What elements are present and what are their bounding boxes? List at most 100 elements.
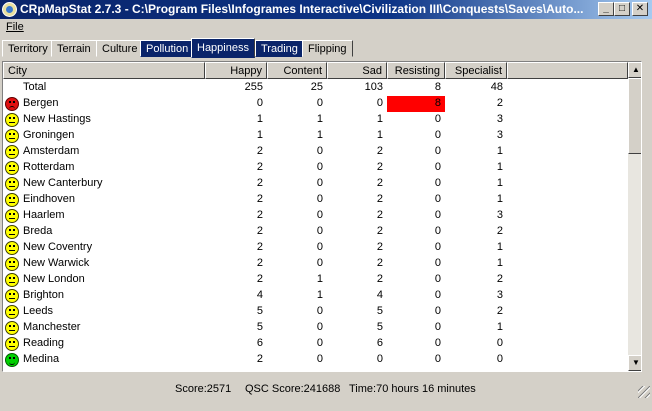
content-value: 1 — [316, 113, 323, 125]
sad-value: 2 — [376, 225, 383, 237]
table-row-total[interactable]: Total 255 25 103 8 48 — [3, 80, 628, 96]
status-bar: Score:2571 QSC Score:241688 Time:70 hour… — [0, 378, 652, 400]
tab-trading[interactable]: Trading — [255, 40, 304, 57]
tab-pollution[interactable]: Pollution — [140, 40, 195, 57]
sad-value: 2 — [376, 161, 383, 173]
specialist-value: 2 — [496, 225, 503, 237]
total-label: Total — [23, 81, 47, 93]
app-globe-icon[interactable] — [2, 2, 17, 17]
vertical-scrollbar[interactable]: ▲ ▼ — [628, 62, 641, 371]
column-header-sad[interactable]: Sad — [327, 62, 387, 79]
maximize-button[interactable]: □ — [614, 2, 630, 16]
city-table-frame: City Happy Content Sad Resisting Special… — [2, 61, 642, 372]
resisting-value: 0 — [434, 129, 441, 141]
time-status: Time:70 hours 16 minutes — [349, 383, 476, 395]
column-header-city[interactable]: City — [3, 62, 205, 79]
tab-terrain[interactable]: Terrain — [51, 40, 97, 57]
table-header: City Happy Content Sad Resisting Special… — [3, 62, 628, 79]
tab-happiness[interactable]: Happiness — [191, 38, 255, 58]
table-row[interactable]: Manchester 5 0 5 0 1 — [3, 320, 628, 336]
happy-value: 2 — [256, 257, 263, 269]
city-name: New Hastings — [23, 113, 91, 125]
table-row[interactable]: Haarlem 2 0 2 0 3 — [3, 208, 628, 224]
tab-culture[interactable]: Culture — [96, 40, 144, 57]
city-name: Brighton — [23, 289, 64, 301]
menu-file[interactable]: File — [4, 20, 26, 34]
sad-value: 4 — [376, 289, 383, 301]
city-name: Manchester — [23, 321, 81, 333]
table-row[interactable]: Bergen 0 0 0 8 2 — [3, 96, 628, 112]
specialist-value: 1 — [496, 193, 503, 205]
happy-value: 2 — [256, 209, 263, 221]
specialist-value: 2 — [496, 305, 503, 317]
content-value: 0 — [316, 241, 323, 253]
table-row[interactable]: Breda 2 0 2 0 2 — [3, 224, 628, 240]
table-row[interactable]: Leeds 5 0 5 0 2 — [3, 304, 628, 320]
resisting-value: 0 — [434, 145, 441, 157]
specialist-value: 0 — [496, 353, 503, 365]
happy-value: 2 — [256, 177, 263, 189]
specialist-value: 3 — [496, 129, 503, 141]
content-value: 0 — [316, 209, 323, 221]
resisting-value: 0 — [434, 305, 441, 317]
content-value: 0 — [316, 145, 323, 157]
table-row[interactable]: New Hastings 1 1 1 0 3 — [3, 112, 628, 128]
table-row[interactable]: Rotterdam 2 0 2 0 1 — [3, 160, 628, 176]
resisting-value: 0 — [434, 353, 441, 365]
specialist-value: 1 — [496, 161, 503, 173]
tab-territory[interactable]: Territory — [2, 40, 54, 57]
table-row[interactable]: Amsterdam 2 0 2 0 1 — [3, 144, 628, 160]
table-row[interactable]: New London 2 1 2 0 2 — [3, 272, 628, 288]
tab-strip: Territory Terrain Culture Pollution Happ… — [0, 38, 652, 58]
happy-value: 2 — [256, 145, 263, 157]
city-name: Bergen — [23, 97, 59, 109]
specialist-value: 2 — [496, 273, 503, 285]
table-row[interactable]: New Coventry 2 0 2 0 1 — [3, 240, 628, 256]
column-header-specialist[interactable]: Specialist — [445, 62, 507, 79]
content-value: 0 — [316, 337, 323, 349]
table-row[interactable]: New Canterbury 2 0 2 0 1 — [3, 176, 628, 192]
column-header-happy[interactable]: Happy — [205, 62, 267, 79]
tab-flipping[interactable]: Flipping — [302, 40, 353, 57]
city-name: New Warwick — [23, 257, 90, 269]
resisting-value: 0 — [434, 225, 441, 237]
resize-grip-icon[interactable] — [638, 386, 650, 398]
specialist-value: 2 — [496, 97, 503, 109]
scroll-thumb[interactable] — [628, 78, 641, 154]
specialist-value: 1 — [496, 145, 503, 157]
city-name: New Coventry — [23, 241, 93, 253]
table-row[interactable]: Brighton 4 1 4 0 3 — [3, 288, 628, 304]
total-content: 25 — [310, 81, 323, 93]
city-name: Medina — [23, 353, 60, 365]
resisting-value: 0 — [434, 289, 441, 301]
resisting-value: 0 — [434, 273, 441, 285]
resisting-value: 0 — [434, 337, 441, 349]
title-bar[interactable]: CRpMapStat 2.7.3 - C:\Program Files\Info… — [0, 0, 652, 19]
city-name: New London — [23, 273, 85, 285]
resisting-value: 0 — [434, 161, 441, 173]
table-row[interactable]: Eindhoven 2 0 2 0 1 — [3, 192, 628, 208]
column-header-resisting[interactable]: Resisting — [387, 62, 445, 79]
column-header-content[interactable]: Content — [267, 62, 327, 79]
total-happy: 255 — [244, 81, 263, 93]
content-value: 0 — [316, 193, 323, 205]
table-row[interactable]: Medina 2 0 0 0 0 — [3, 352, 628, 368]
table-row[interactable]: New Warwick 2 0 2 0 1 — [3, 256, 628, 272]
specialist-value: 1 — [496, 257, 503, 269]
menu-file-label: File — [6, 21, 24, 33]
table-row[interactable]: Groningen 1 1 1 0 3 — [3, 128, 628, 144]
specialist-value: 1 — [496, 321, 503, 333]
total-sad: 103 — [364, 81, 383, 93]
happy-value: 5 — [256, 321, 263, 333]
sad-value: 0 — [376, 97, 383, 109]
minimize-button[interactable]: _ — [598, 2, 614, 16]
happy-value: 5 — [256, 305, 263, 317]
close-button[interactable]: ✕ — [632, 2, 648, 16]
resisting-value: 0 — [434, 113, 441, 125]
city-name: Leeds — [23, 305, 53, 317]
specialist-value: 3 — [496, 289, 503, 301]
scroll-up-button[interactable]: ▲ — [628, 62, 641, 78]
table-row[interactable]: Reading 6 0 6 0 0 — [3, 336, 628, 352]
scroll-down-button[interactable]: ▼ — [628, 355, 641, 371]
column-header-empty — [507, 62, 628, 79]
